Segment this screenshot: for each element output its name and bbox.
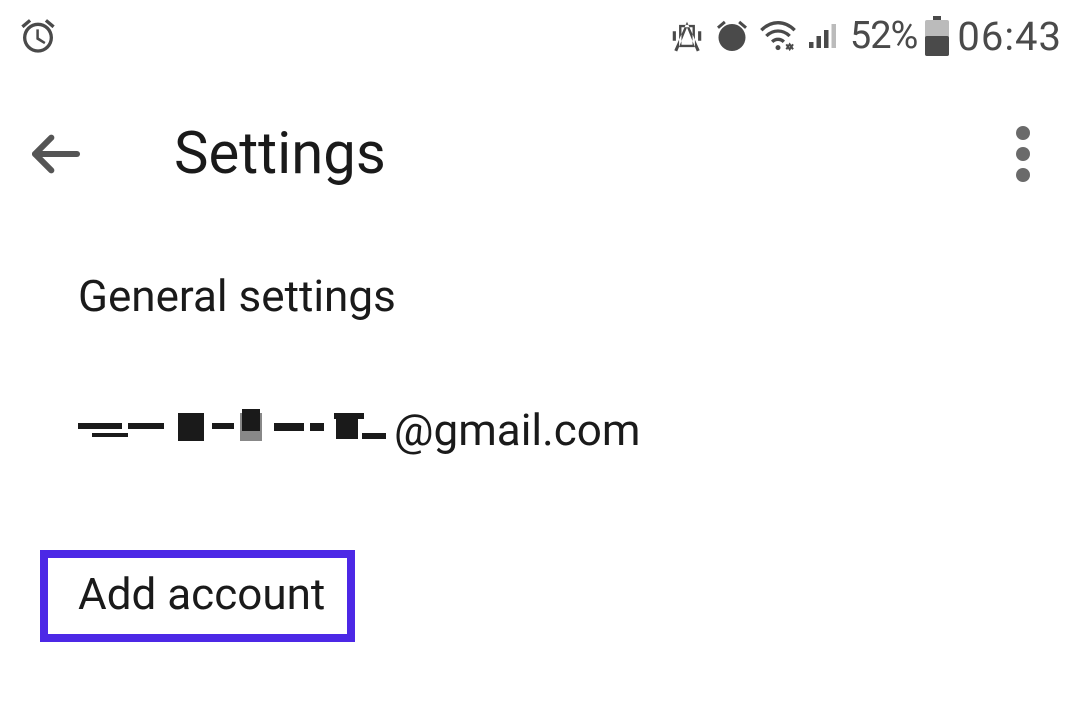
overflow-menu-icon[interactable]	[1016, 126, 1030, 182]
vibrate-mute-icon	[668, 17, 706, 55]
alarm-icon	[18, 16, 58, 56]
clock-text: 06:43	[957, 13, 1062, 60]
wifi-icon	[758, 16, 798, 56]
signal-icon	[806, 18, 842, 54]
battery-percent: 52%	[850, 14, 918, 58]
battery-icon	[925, 16, 949, 56]
settings-list: General settings @gmail.com Add account	[0, 236, 1080, 642]
redacted-email-prefix	[78, 409, 390, 451]
page-title: Settings	[174, 120, 386, 188]
app-bar: Settings	[0, 72, 1080, 236]
back-arrow-icon[interactable]	[28, 126, 84, 182]
alarm-status-icon	[714, 18, 750, 54]
add-account-button[interactable]: Add account	[40, 550, 355, 642]
general-settings-row[interactable]: General settings	[78, 236, 1080, 356]
add-account-label: Add account	[78, 568, 325, 620]
account-email-row[interactable]: @gmail.com	[78, 356, 1080, 504]
email-suffix: @gmail.com	[394, 404, 640, 456]
general-settings-label: General settings	[78, 270, 396, 322]
status-bar: 52% 06:43	[0, 0, 1080, 72]
